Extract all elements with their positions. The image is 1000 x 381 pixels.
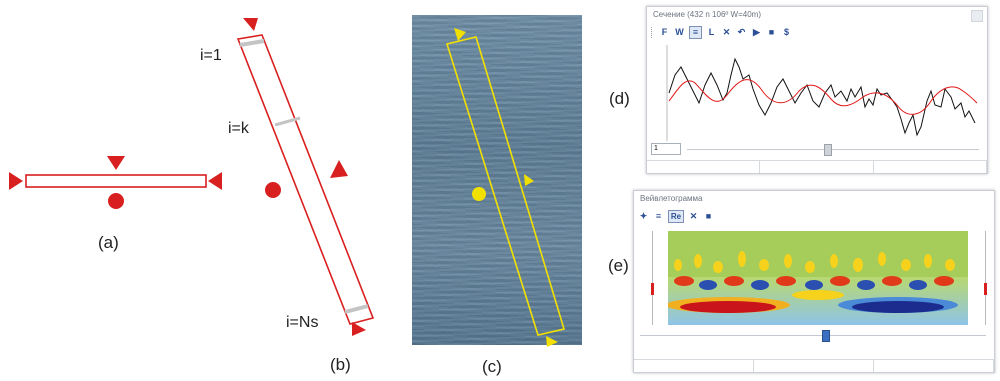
section-slider-thumb[interactable] (824, 144, 832, 156)
status-cell (760, 161, 874, 173)
section-window-title: Сечение (432 n 106º W=40m) (653, 10, 761, 19)
section-window[interactable]: Сечение (432 n 106º W=40m) F W ≡ L ✕ ↶ ▶… (646, 6, 988, 174)
window-icon[interactable]: W (674, 27, 685, 38)
marker-triangle-side-b (330, 160, 348, 178)
marker-triangle-bottom-b (352, 322, 366, 336)
wavelet-slider-thumb[interactable] (822, 330, 830, 342)
marker-triangle-side-c (524, 174, 534, 186)
marker-circle-b (265, 182, 281, 198)
marker-triangle-right-a (9, 172, 23, 190)
section-spin-input[interactable]: 1 (651, 143, 681, 155)
strip-horizontal-outline (25, 174, 207, 188)
wavelet-scalogram (668, 231, 968, 325)
strip-sea-outline (445, 36, 566, 336)
scale-icon[interactable]: ≡ (653, 211, 664, 222)
status-cell (754, 360, 874, 372)
section-slider-track[interactable] (687, 149, 979, 150)
status-cell (634, 360, 754, 372)
marker-triangle-top-b (243, 18, 258, 31)
spark-icon[interactable]: ✦ (638, 211, 649, 222)
status-cell (874, 161, 987, 173)
wavelet-right-axis (985, 231, 986, 325)
tools-icon[interactable]: ✕ (721, 27, 732, 38)
wavelet-left-marker (651, 283, 654, 295)
real-part-button[interactable]: Re (668, 209, 684, 223)
wavelet-right-marker (984, 283, 987, 295)
marker-triangle-bottom-c (546, 336, 558, 347)
marker-circle-c (472, 187, 486, 201)
strip-row-top (239, 39, 265, 47)
marker-circle-a (108, 193, 124, 209)
undo-icon[interactable]: ↶ (736, 27, 747, 38)
tools-icon[interactable]: ✕ (688, 211, 699, 222)
filter-icon[interactable]: F (659, 27, 670, 38)
section-plot (666, 45, 978, 141)
wavelet-window-title: Вейвлетограмма (640, 194, 703, 203)
strip-horizontal (9, 156, 222, 209)
export-icon[interactable]: $ (781, 27, 792, 38)
save-icon[interactable]: ■ (766, 27, 777, 38)
section-statusbar (647, 160, 987, 173)
wavelet-window[interactable]: Вейвлетограмма ✦ ≡ Re ✕ ■ (633, 190, 995, 373)
strip-sea (445, 28, 566, 347)
section-curve-black (668, 57, 976, 137)
strip-row-bottom (344, 304, 369, 314)
toolbar-grip-icon (651, 26, 655, 38)
save-icon[interactable]: ■ (703, 211, 714, 222)
strip-tilted-outline (236, 34, 375, 325)
wavelet-toolbar: ✦ ≡ Re ✕ ■ (638, 209, 714, 223)
strip-tilted (236, 18, 375, 336)
marker-triangle-down-a (107, 156, 125, 170)
status-cell (647, 161, 761, 173)
wavelet-statusbar (634, 359, 994, 372)
wavelet-left-axis (652, 231, 653, 325)
play-icon[interactable]: ▶ (751, 27, 762, 38)
scale-icon[interactable]: ≡ (689, 25, 702, 39)
wavelet-slider-track[interactable] (640, 335, 986, 336)
axis-icon[interactable]: L (706, 27, 717, 38)
section-toolbar: F W ≡ L ✕ ↶ ▶ ■ $ (651, 25, 792, 39)
close-icon[interactable] (971, 10, 983, 22)
marker-triangle-left-a (208, 172, 222, 190)
status-cell (874, 360, 994, 372)
